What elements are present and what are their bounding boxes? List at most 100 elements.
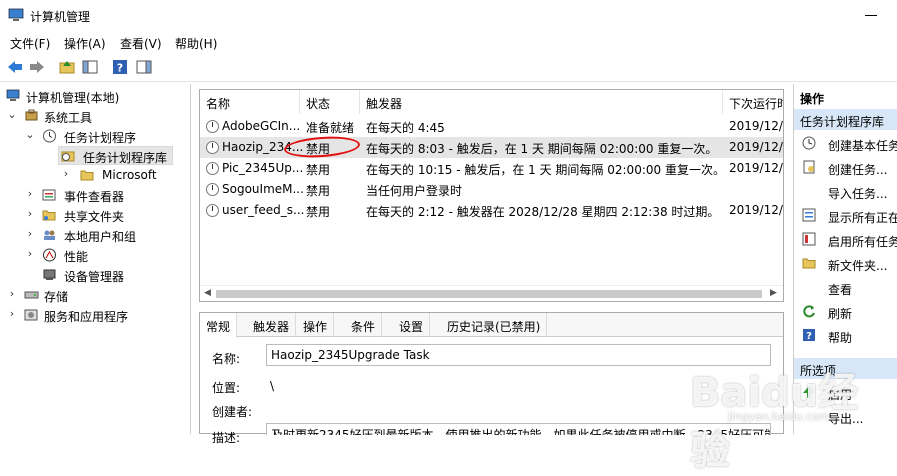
menu-help[interactable]: 帮助(H) [175,35,217,52]
tab-triggers[interactable]: 触发器 [247,313,297,337]
task-clock-icon [206,183,219,196]
chevron-right-icon[interactable]: › [6,307,18,320]
storage-icon [24,291,39,299]
chevron-right-icon[interactable]: › [24,207,36,220]
actions-section-title[interactable]: 任务计划程序库 [794,109,897,130]
action-enable-all-history[interactable]: 启用所有任务... [794,228,897,252]
chevron-right-icon[interactable]: › [60,167,72,180]
task-clock-icon [206,162,219,175]
tree-node-task-library[interactable]: 任务计划程序库 [58,146,173,165]
task-next-run: 2019/12/1 [729,140,783,154]
action-new-folder[interactable]: 新文件夹... [794,252,897,276]
tab-history[interactable]: 历史记录(已禁用) [441,313,548,337]
back-arrow-icon[interactable] [6,58,24,76]
tree-label: 任务计划程序库 [83,151,168,165]
help-icon[interactable]: ? [111,58,129,76]
menu-view[interactable]: 查看(V) [120,35,162,52]
tree-node-storage[interactable]: › 存储 [0,286,190,305]
details-tabs: 常规 触发器 操作 条件 设置 历史记录(已禁用) [200,313,783,338]
column-header-next-run[interactable]: 下次运行时 [723,90,783,114]
tree-node-microsoft[interactable]: › Microsoft [0,166,190,185]
forward-arrow-icon[interactable] [28,58,46,76]
column-header-name[interactable]: 名称 [200,90,300,114]
location-label: 位置: [212,381,241,395]
column-header-status[interactable]: 状态 [300,90,360,114]
show-hide-tree-icon[interactable] [81,58,99,76]
tree-node-local-users[interactable]: › 本地用户和组 [0,226,190,245]
chevron-down-icon[interactable]: ⌄ [24,128,36,141]
chevron-down-icon[interactable]: ⌄ [6,108,18,121]
refresh-icon [803,305,815,318]
tree-node-device-manager[interactable]: 设备管理器 [0,266,190,285]
tab-conditions[interactable]: 条件 [345,313,383,337]
menu-file[interactable]: 文件(F) [10,35,50,52]
scroll-right-arrow-icon[interactable]: ▶ [770,288,777,298]
minimize-button[interactable] [851,4,891,26]
show-hide-action-pane-icon[interactable] [135,58,153,76]
tab-actions[interactable]: 操作 [297,313,335,337]
task-next-run: 2019/12/1 [729,203,783,217]
users-icon [44,230,55,240]
tree-node-services-apps[interactable]: › 服务和应用程序 [0,306,190,325]
task-name: AdobeGCIn... [222,119,301,133]
history-icon [802,232,816,246]
task-next-run: 2019/12/1 [729,161,783,175]
table-row[interactable]: SogouImeM... 禁用 当任何用户登录时 [200,179,783,200]
actions-header: 操作 [794,86,897,107]
menu-action[interactable]: 操作(A) [64,35,106,52]
event-viewer-icon [42,189,56,201]
location-value: \ [270,379,275,393]
task-status: 禁用 [306,184,331,198]
tree-label: 任务计划程序 [64,131,137,145]
tree-node-performance[interactable]: › 性能 [0,246,190,265]
tab-general[interactable]: 常规 [200,313,238,338]
action-label: 帮助 [828,331,853,345]
navigation-tree: 计算机管理(本地) ⌄ 系统工具 ⌄ 任务计划程序 任务计划程序库 › Micr… [0,84,191,434]
tree-label: Microsoft [102,168,157,182]
action-label: 刷新 [828,307,853,321]
action-label: 创建任务... [828,163,888,177]
tree-node-shared-folders[interactable]: › 共享文件夹 [0,206,190,225]
scroll-left-arrow-icon[interactable]: ◀ [204,288,211,298]
action-import-task[interactable]: 导入任务... [794,180,897,204]
task-trigger: 在每天的 8:03 - 触发后，在 1 天 期间每隔 02:00:00 重复一次… [366,142,718,156]
scrollbar-thumb[interactable] [216,290,762,298]
services-icon [24,309,38,321]
folder-clock-icon [61,151,75,162]
task-list: 名称 状态 触发器 下次运行时 AdobeGCIn... 准备就绪 在每天的 4… [199,89,784,302]
task-new-icon [803,160,815,174]
tree-node-system-tools[interactable]: ⌄ 系统工具 [0,107,190,126]
table-row[interactable]: Pic_2345Up... 禁用 在每天的 10:15 - 触发后，在 1 天 … [200,158,783,179]
tab-settings[interactable]: 设置 [393,313,431,337]
performance-icon [43,248,56,262]
action-help[interactable]: ? 帮助 [794,324,897,348]
clock-icon [43,129,56,143]
horizontal-scrollbar[interactable]: ◀ ▶ [200,285,783,301]
action-create-basic-task[interactable]: 创建基本任务... [794,132,897,156]
task-name: Pic_2345Up... [222,161,304,175]
action-show-running[interactable]: 显示所有正在... [794,204,897,228]
chevron-right-icon[interactable]: › [24,187,36,200]
action-view[interactable]: 查看 [794,276,897,300]
watermark-sub: jingyan.baidu.com [728,410,830,423]
name-label: 名称: [212,352,241,366]
menu-bar: 文件(F) 操作(A) 查看(V) 帮助(H) [0,31,897,53]
column-header-trigger[interactable]: 触发器 [360,90,723,114]
chevron-right-icon[interactable]: › [24,227,36,240]
tree-node-computer-management[interactable]: 计算机管理(本地) [0,87,190,106]
action-label: 导入任务... [828,187,888,201]
action-refresh[interactable]: 刷新 [794,300,897,324]
chevron-right-icon[interactable]: › [24,247,36,260]
description-label: 描述: [212,431,241,445]
table-row[interactable]: user_feed_s... 禁用 在每天的 2:12 - 触发器在 2028/… [200,200,783,221]
device-manager-icon [43,269,56,280]
tree-node-task-scheduler[interactable]: ⌄ 任务计划程序 [0,127,190,146]
task-trigger: 在每天的 10:15 - 触发后，在 1 天 期间每隔 02:00:00 重复一… [366,163,725,177]
action-create-task[interactable]: 创建任务... [794,156,897,180]
shared-folder-icon [42,210,56,221]
table-row[interactable]: AdobeGCIn... 准备就绪 在每天的 4:45 2019/12/1 [200,116,783,137]
tree-node-event-viewer[interactable]: › 事件查看器 [0,186,190,205]
chevron-right-icon[interactable]: › [6,287,18,300]
tree-label: 设备管理器 [64,270,125,284]
up-folder-icon[interactable] [58,58,76,76]
